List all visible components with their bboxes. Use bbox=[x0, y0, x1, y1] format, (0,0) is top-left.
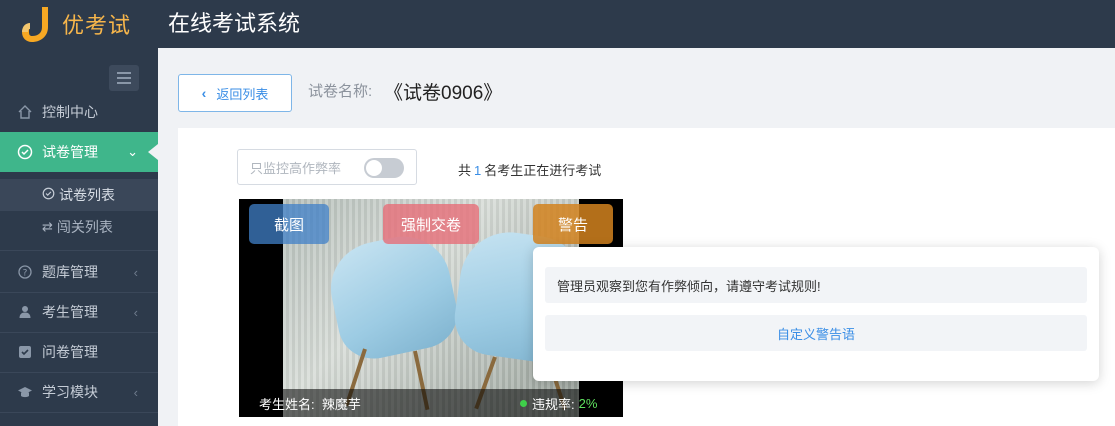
video-footer: 考生姓名: 辣魔芋 违规率: 2% bbox=[239, 389, 623, 417]
checkbox-icon bbox=[16, 343, 34, 361]
sidebar-subitem-label: 闯关列表 bbox=[56, 219, 113, 235]
sidebar-item-label: 学习模块 bbox=[42, 384, 98, 400]
sidebar-subitem-paper-list[interactable]: 试卷列表 bbox=[0, 179, 158, 211]
sidebar-divider bbox=[0, 412, 158, 413]
svg-text:?: ? bbox=[23, 269, 28, 279]
sidebar-subitem-label: 试卷列表 bbox=[59, 187, 115, 203]
back-to-list-button[interactable]: ‹ 返回列表 bbox=[178, 74, 292, 112]
home-icon bbox=[16, 103, 34, 121]
sidebar-item-label: 试卷管理 bbox=[42, 144, 98, 160]
toggle-knob bbox=[366, 160, 382, 176]
graduation-cap-icon bbox=[16, 383, 34, 401]
sidebar-divider bbox=[0, 250, 158, 251]
active-notch bbox=[148, 144, 158, 160]
student-name-label: 考生姓名: bbox=[259, 396, 315, 412]
user-icon bbox=[16, 303, 34, 321]
student-name: 辣魔芋 bbox=[321, 396, 361, 412]
sidebar-item-label: 控制中心 bbox=[42, 104, 98, 120]
sidebar-item-label: 题库管理 bbox=[42, 264, 98, 280]
count-number: 1 bbox=[474, 163, 482, 178]
count-prefix: 共 bbox=[458, 163, 472, 178]
violation-rate-label: 违规率: bbox=[532, 396, 575, 412]
sidebar: 控制中心 试卷管理 ⌄ 试卷列表 ⇄ 闯关列表 ? 题库管理 ‹ 考生管理 ‹ bbox=[0, 48, 158, 426]
sidebar-item-label: 考生管理 bbox=[42, 304, 98, 320]
sidebar-item-examinee-management[interactable]: 考生管理 ‹ bbox=[0, 292, 158, 332]
page-header: ‹ 返回列表 试卷名称: 《试卷0906》 bbox=[158, 48, 1115, 126]
paper-name: 《试卷0906》 bbox=[384, 83, 503, 104]
warn-popover: 管理员观察到您有作弊倾向，请遵守考试规则! 自定义警告语 bbox=[533, 247, 1099, 381]
sidebar-item-control-center[interactable]: 控制中心 bbox=[0, 92, 158, 132]
chevron-left-icon: ‹ bbox=[201, 85, 207, 101]
student-info: 考生姓名: 辣魔芋 bbox=[259, 394, 361, 413]
high-cheat-filter-label: 只监控高作弊率 bbox=[250, 160, 342, 176]
check-circle-icon bbox=[16, 143, 34, 161]
sidebar-item-paper-management[interactable]: 试卷管理 ⌄ bbox=[0, 132, 158, 172]
menu-toggle-icon[interactable] bbox=[109, 65, 139, 91]
warn-button[interactable]: 警告 bbox=[533, 204, 613, 244]
sidebar-item-learning-module[interactable]: 学习模块 ‹ bbox=[0, 372, 158, 412]
check-circle-icon bbox=[42, 187, 55, 203]
sidebar-item-survey-management[interactable]: 问卷管理 bbox=[0, 332, 158, 372]
chevron-left-icon: ‹ bbox=[133, 264, 138, 280]
violation-rate-value: 2% bbox=[578, 395, 598, 411]
preset-warning-message[interactable]: 管理员观察到您有作弊倾向，请遵守考试规则! bbox=[545, 267, 1087, 303]
top-bar: 优考试 在线考试系统 bbox=[0, 0, 1115, 48]
sidebar-subitem-level-list[interactable]: ⇄ 闯关列表 bbox=[0, 211, 158, 243]
question-circle-icon: ? bbox=[16, 263, 34, 281]
sidebar-item-question-bank[interactable]: ? 题库管理 ‹ bbox=[0, 252, 158, 292]
logo-mark-icon bbox=[20, 5, 54, 43]
custom-warning-button[interactable]: 自定义警告语 bbox=[545, 315, 1087, 351]
high-cheat-toggle[interactable] bbox=[364, 158, 404, 178]
shuffle-icon: ⇄ bbox=[42, 219, 53, 234]
count-suffix: 名考生正在进行考试 bbox=[484, 163, 602, 178]
logo[interactable]: 优考试 bbox=[0, 0, 158, 48]
exam-count-text: 共 1 名考生正在进行考试 bbox=[458, 160, 601, 179]
status-dot-icon bbox=[520, 399, 527, 407]
chevron-down-icon: ⌄ bbox=[127, 144, 138, 159]
back-button-label: 返回列表 bbox=[216, 86, 269, 102]
chevron-left-icon: ‹ bbox=[133, 304, 138, 320]
screenshot-button[interactable]: 截图 bbox=[249, 204, 329, 244]
high-cheat-filter[interactable]: 只监控高作弊率 bbox=[237, 149, 417, 185]
paper-name-label: 试卷名称: bbox=[308, 83, 373, 100]
app-title: 在线考试系统 bbox=[168, 11, 301, 36]
sidebar-item-label: 问卷管理 bbox=[42, 344, 98, 360]
force-submit-button[interactable]: 强制交卷 bbox=[383, 204, 479, 244]
logo-text: 优考试 bbox=[62, 13, 132, 38]
chevron-left-icon: ‹ bbox=[133, 384, 138, 400]
violation-rate: 违规率: 2% bbox=[520, 394, 597, 413]
